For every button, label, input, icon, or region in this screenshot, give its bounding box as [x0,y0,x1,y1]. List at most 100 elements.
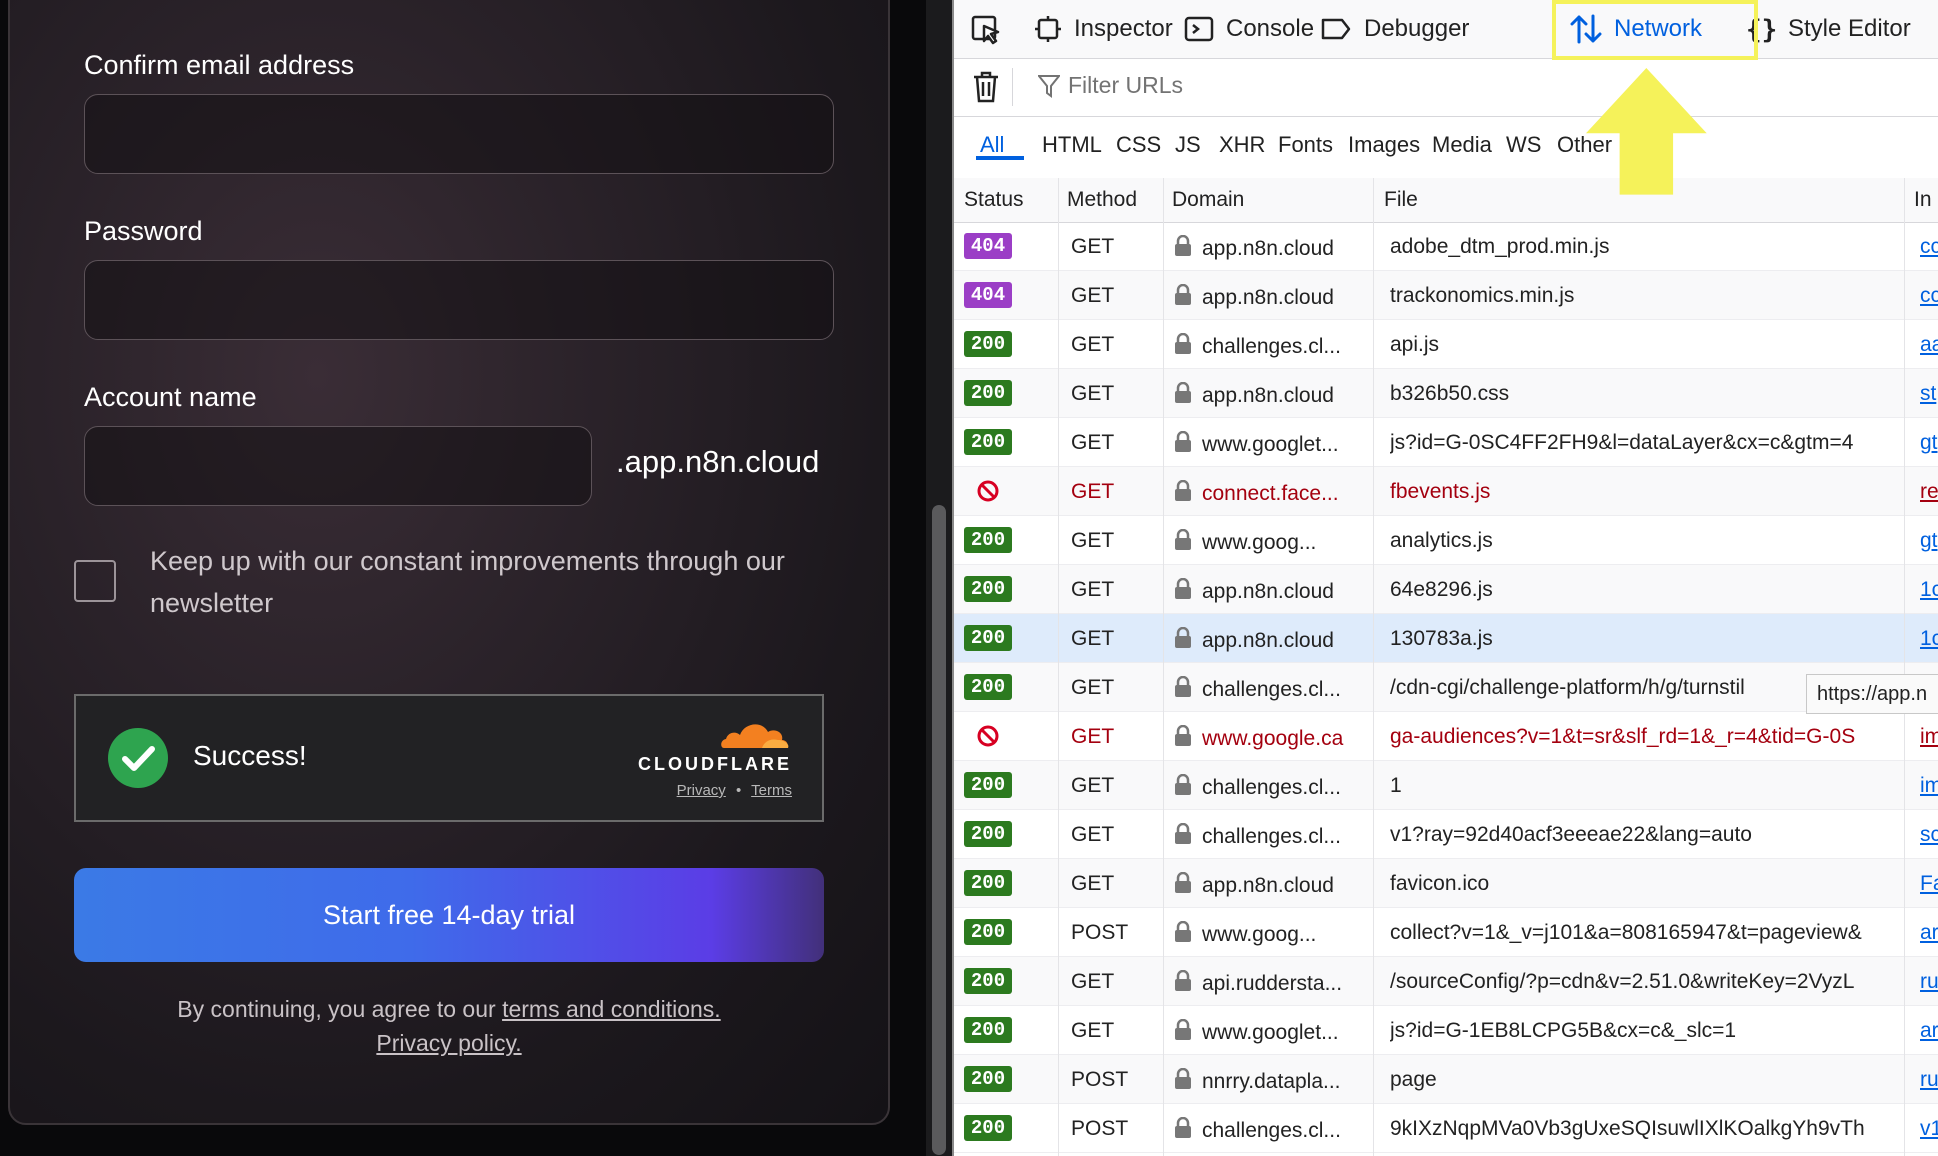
request-initiator[interactable]: 1c [1920,578,1938,602]
request-method: GET [1071,1019,1115,1042]
table-row[interactable]: 404 GET app.n8n.cloud adobe_dtm_prod.min.js… [954,222,1938,271]
lock-icon [1175,333,1191,354]
filter-images[interactable]: Images [1348,132,1420,158]
request-initiator[interactable]: cc [1920,284,1938,308]
col-domain[interactable]: Domain [1172,188,1244,212]
active-filter-underline [976,156,1024,160]
filter-media[interactable]: Media [1432,132,1492,158]
domain-text: app.n8n.cloud [1202,629,1334,652]
request-method: GET [1071,823,1115,846]
privacy-policy-link[interactable]: Privacy policy. [376,1030,521,1056]
table-row[interactable]: 200 GET app.n8n.cloud b326b50.css st [954,369,1938,418]
captcha-privacy-link[interactable]: Privacy [677,782,726,799]
table-row[interactable]: 200 GET api.ruddersta... /sourceConfig/?p=c… [954,957,1938,1006]
col-method[interactable]: Method [1067,188,1137,212]
request-initiator[interactable]: ar [1920,921,1938,945]
filter-all[interactable]: All [980,132,1004,158]
request-initiator[interactable]: cc [1920,235,1938,259]
request-initiator[interactable]: gt [1920,431,1938,455]
filter-fonts[interactable]: Fonts [1278,132,1333,158]
table-row[interactable]: 200 GET app.n8n.cloud 64e8296.js 1c [954,565,1938,614]
tab-console[interactable]: Console [1184,0,1314,58]
table-row[interactable]: 200 GET app.n8n.cloud 130783a.js 1c [954,614,1938,663]
request-method: GET [1071,970,1115,993]
request-file: 1 [1390,774,1402,797]
table-row[interactable]: 200 GET www.goog... analytics.js gt [954,516,1938,565]
request-method: GET [1071,676,1115,699]
request-initiator[interactable]: v1 [1920,1117,1938,1141]
table-row[interactable]: GET connect.face... fbevents.js re [954,467,1938,516]
request-initiator[interactable]: gt [1920,529,1938,553]
request-domain: www.googlet... [1174,1019,1362,1045]
request-initiator[interactable]: aa [1920,333,1938,357]
account-name-field[interactable] [84,426,592,506]
table-row[interactable]: 200 GET app.n8n.cloud favicon.ico Fa [954,859,1938,908]
table-row[interactable]: 200 POST nnrry.datapla... page ru [954,1055,1938,1104]
request-initiator[interactable]: re [1920,480,1938,504]
request-initiator[interactable]: Fa [1920,872,1938,896]
filter-css[interactable]: CSS [1116,132,1161,158]
lock-icon [1175,431,1191,452]
element-picker-icon[interactable] [970,14,1002,46]
captcha-terms-link[interactable]: Terms [751,782,792,799]
newsletter-checkbox[interactable] [74,560,116,602]
table-row[interactable]: 200 GET challenges.cl.../cdn-cgi/challenge… [954,663,1938,712]
start-trial-button[interactable]: Start free 14-day trial [74,868,824,962]
col-initiator[interactable]: In [1914,188,1932,212]
request-file: /sourceConfig/?p=cdn&v=2.51.0&writeKey=2… [1390,970,1855,993]
status-badge: 200 [964,772,1012,798]
request-initiator[interactable]: sc [1920,823,1938,847]
status-badge: 200 [964,1017,1012,1043]
confirm-email-field[interactable] [84,94,834,174]
tab-debugger[interactable]: Debugger [1320,0,1469,58]
status-badge: 404 [964,282,1012,308]
request-initiator[interactable]: ru [1920,970,1938,994]
request-file: api.js [1390,333,1440,356]
request-initiator[interactable]: im [1920,725,1938,749]
scrollbar-thumb[interactable] [932,505,946,1155]
page-scrollbar[interactable] [926,0,952,1156]
password-field[interactable] [84,260,834,340]
table-row[interactable]: 404 GET app.n8n.cloud trackonomics.min.js cc [954,271,1938,320]
url-tooltip: https://app.n [1806,674,1938,714]
table-row[interactable]: GET www.google.ca ga-audiences?v=1&t=sr&sl… [954,712,1938,761]
table-row[interactable]: 200 POST www.goog... collect?v=1&_v=j101&a=… [954,908,1938,957]
request-initiator[interactable]: 1c [1920,627,1938,651]
request-domain: api.ruddersta... [1174,970,1362,996]
newsletter-label[interactable]: Keep up with our constant improvements t… [150,540,830,624]
col-file[interactable]: File [1384,188,1418,212]
status-badge: 200 [964,674,1012,700]
account-name-label: Account name [84,382,257,412]
col-divider [1904,178,1905,1156]
table-row[interactable]: 200 GET challenges.cl... 1 im [954,761,1938,810]
request-initiator[interactable]: im [1920,774,1938,798]
table-row[interactable]: 200 GET challenges.cl... v1?ray=92d40acf3ee… [954,810,1938,859]
request-file: 64e8296.js [1390,578,1493,601]
status-badge: 200 [964,576,1012,602]
request-method: GET [1071,578,1115,601]
table-row[interactable]: 200 GET www.googlet... js?id=G-0SC4FF2FH9&l… [954,418,1938,467]
trash-icon[interactable] [972,70,1000,104]
cloudflare-wordmark: CLOUDFLARE [638,754,792,774]
table-row[interactable]: 200 GET www.googlet... js?id=G-1EB8LCPG5B&c… [954,1006,1938,1055]
table-row[interactable]: 200 POST challenges.cl... 9kIXzNqpMVa0Vb3gU… [954,1104,1938,1153]
lock-icon [1175,1019,1191,1040]
filter-ws[interactable]: WS [1506,132,1541,158]
status-badge: 200 [964,870,1012,896]
domain-text: app.n8n.cloud [1202,286,1334,309]
table-row[interactable]: 200 GET challenges.cl... api.js aa [954,320,1938,369]
request-initiator[interactable]: ar [1920,1019,1938,1043]
filter-html[interactable]: HTML [1042,132,1102,158]
filter-xhr[interactable]: XHR [1219,132,1265,158]
request-initiator[interactable]: st [1920,382,1938,406]
request-initiator[interactable]: ru [1920,1068,1938,1092]
tab-style-editor[interactable]: {} Style Editor [1746,0,1911,58]
request-method: GET [1071,235,1115,258]
filter-js[interactable]: JS [1175,132,1201,158]
col-status[interactable]: Status [964,188,1024,212]
filter-urls-input[interactable]: Filter URLs [1038,72,1183,99]
terms-link[interactable]: terms and conditions. [502,996,721,1022]
tab-inspector[interactable]: Inspector [1034,0,1173,58]
request-domain: app.n8n.cloud [1174,382,1362,408]
console-icon [1184,16,1214,42]
